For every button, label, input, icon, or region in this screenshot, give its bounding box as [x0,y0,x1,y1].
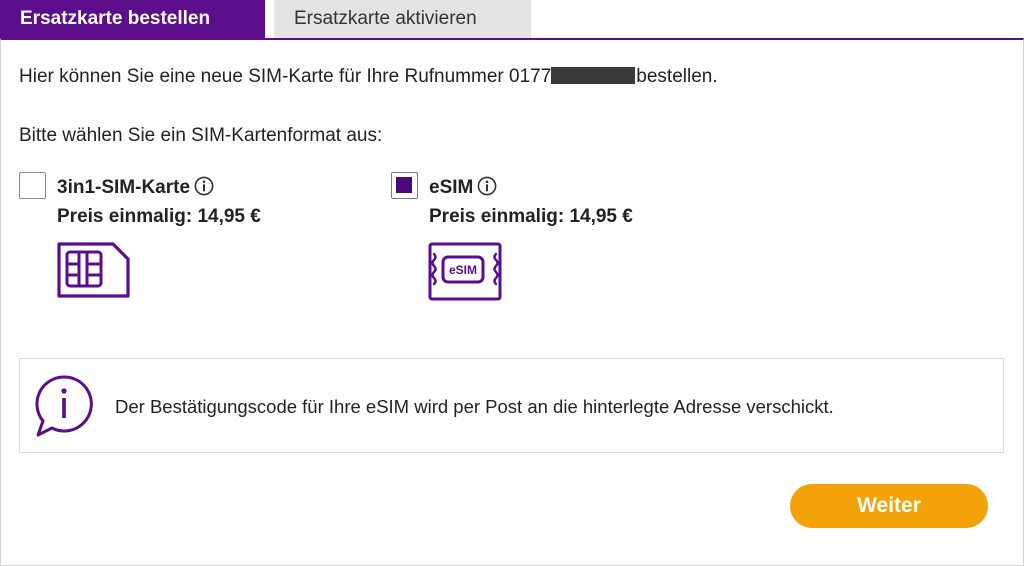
checkbox-esim[interactable] [391,172,418,199]
tab-ersatzkarte-aktivieren[interactable]: Ersatzkarte aktivieren [274,0,531,38]
esim-chip-label: eSIM [449,263,477,277]
weiter-button[interactable]: Weiter [790,484,988,528]
intro-text-before: Hier können Sie eine neue SIM-Karte für … [19,66,552,87]
intro-text: Hier können Sie eine neue SIM-Karte für … [19,66,718,88]
info-notice: Der Bestätigungscode für Ihre eSIM wird … [19,358,1004,453]
sim-card-icon [55,242,131,305]
option-title-text: 3in1-SIM-Karte [57,177,191,198]
tab-ersatzkarte-bestellen[interactable]: Ersatzkarte bestellen [0,0,265,38]
option-price: Preis einmalig: 14,95 € [57,206,261,227]
checkbox-checked-fill [396,177,412,193]
redacted-phone-number [551,67,636,84]
info-speech-bubble-icon [32,373,98,444]
info-icon[interactable] [194,176,214,202]
notice-text: Der Bestätigungscode für Ihre eSIM wird … [115,396,834,417]
option-title-text: eSIM [429,177,474,198]
info-icon[interactable] [477,176,497,202]
option-price: Preis einmalig: 14,95 € [429,206,633,227]
option-title: 3in1-SIM-Karte [57,176,214,202]
checkbox-3in1-sim[interactable] [19,172,46,199]
intro-text-after: bestellen. [636,66,718,87]
format-prompt: Bitte wählen Sie ein SIM-Kartenformat au… [19,125,383,146]
option-title: eSIM [429,176,497,202]
tab-bar: Ersatzkarte bestellen Ersatzkarte aktivi… [0,0,1024,38]
option-esim[interactable]: eSIM Preis einmalig: 14,95 € eSIM [391,172,731,302]
option-3in1-sim[interactable]: 3in1-SIM-Karte Preis einmalig: 14,95 € [19,172,359,302]
esim-chip-icon: eSIM [427,242,503,307]
